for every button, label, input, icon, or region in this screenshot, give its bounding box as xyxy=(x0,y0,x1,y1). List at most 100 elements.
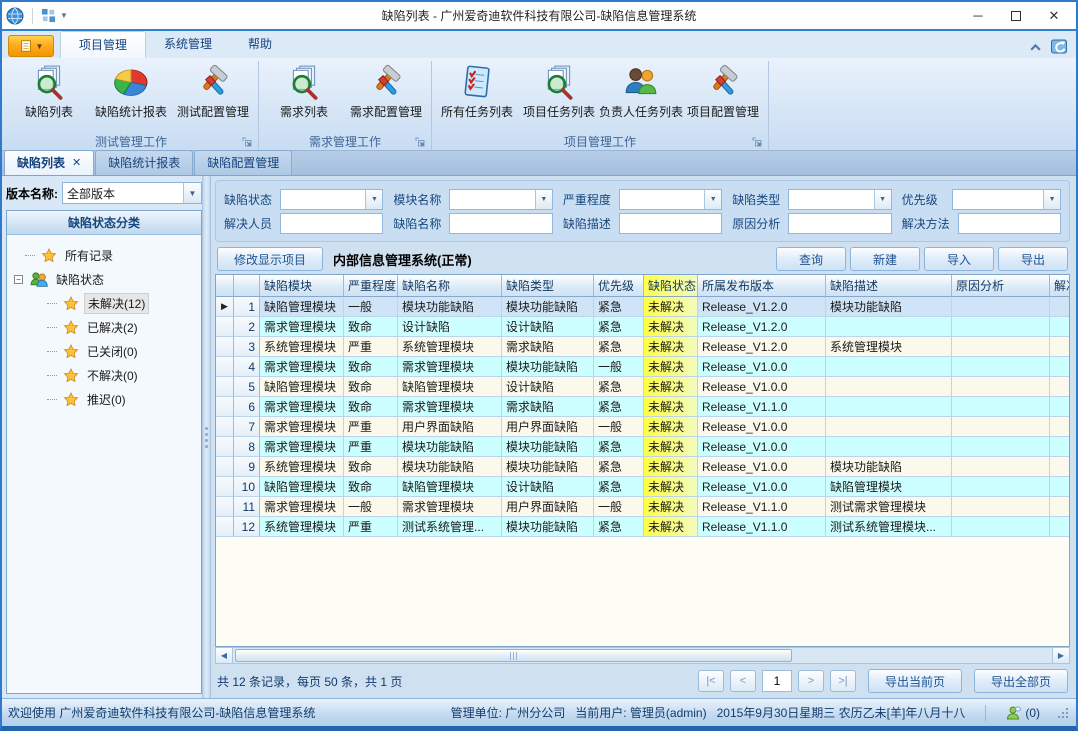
filter-dropdown[interactable]: ▼ xyxy=(449,189,552,210)
ribbon-button[interactable]: 所有任务列表 xyxy=(436,61,518,120)
chevron-down-icon[interactable]: ▼ xyxy=(183,183,201,203)
modify-display-columns-button[interactable]: 修改显示项目 xyxy=(217,247,323,271)
document-tab-0[interactable]: 缺陷列表✕ xyxy=(4,150,94,175)
ribbon-button[interactable]: 负责人任务列表 xyxy=(600,61,682,120)
filter-dropdown[interactable]: ▼ xyxy=(788,189,891,210)
document-tab-1[interactable]: 缺陷统计报表 xyxy=(95,150,193,175)
application-menu-button[interactable]: ▼ xyxy=(8,35,54,57)
scroll-left-icon[interactable]: ◀ xyxy=(216,648,233,663)
filter-input[interactable] xyxy=(280,213,383,234)
filter-dropdown[interactable]: ▼ xyxy=(952,189,1061,210)
page-number-input[interactable] xyxy=(762,670,792,692)
table-row[interactable]: 6需求管理模块致命需求管理模块需求缺陷紧急未解决Release_V1.1.0 xyxy=(216,397,1069,417)
filter-input[interactable] xyxy=(449,213,552,234)
filter-input-field[interactable] xyxy=(620,190,704,209)
table-row[interactable]: 8需求管理模块严重模块功能缺陷模块功能缺陷紧急未解决Release_V1.0.0 xyxy=(216,437,1069,457)
scroll-right-icon[interactable]: ▶ xyxy=(1052,648,1069,663)
filter-input[interactable] xyxy=(619,213,722,234)
table-row[interactable]: 11需求管理模块一般需求管理模块用户界面缺陷一般未解决Release_V1.1.… xyxy=(216,497,1069,517)
tree-item-0[interactable]: 所有记录 xyxy=(13,243,199,267)
tree-item-5[interactable]: 不解决(0) xyxy=(13,363,199,387)
table-row[interactable]: 9系统管理模块致命模块功能缺陷模块功能缺陷紧急未解决Release_V1.0.0… xyxy=(216,457,1069,477)
table-row[interactable]: 10缺陷管理模块致命缺陷管理模块设计缺陷紧急未解决Release_V1.0.0缺… xyxy=(216,477,1069,497)
column-header-6[interactable]: 所属发布版本 xyxy=(698,275,826,297)
document-tab-2[interactable]: 缺陷配置管理 xyxy=(194,150,292,175)
column-header-0[interactable]: 缺陷模块 xyxy=(260,275,344,297)
ribbon-tab-1[interactable]: 系统管理 xyxy=(146,31,230,58)
ribbon-tab-0[interactable]: 项目管理 xyxy=(60,31,146,58)
close-button[interactable]: ✕ xyxy=(1036,4,1072,28)
filter-input-field[interactable] xyxy=(281,190,365,209)
filter-input-field[interactable] xyxy=(620,214,721,233)
version-dropdown[interactable]: 全部版本 ▼ xyxy=(62,182,202,204)
chevron-down-icon[interactable]: ▼ xyxy=(60,11,68,20)
horizontal-scrollbar[interactable]: ◀ ▶ xyxy=(215,647,1070,664)
toolbar-button-2[interactable]: 导入 xyxy=(924,247,994,271)
filter-input-field[interactable] xyxy=(789,190,873,209)
filter-input-field[interactable] xyxy=(450,214,551,233)
ribbon-button[interactable]: 缺陷列表 xyxy=(8,61,90,120)
filter-input-field[interactable] xyxy=(450,190,534,209)
column-header-8[interactable]: 原因分析 xyxy=(952,275,1050,297)
column-header-7[interactable]: 缺陷描述 xyxy=(826,275,952,297)
ribbon-tab-2[interactable]: 帮助 xyxy=(230,31,290,58)
layout-grid-icon[interactable] xyxy=(41,8,56,23)
filter-input-field[interactable] xyxy=(789,214,890,233)
last-page-button[interactable]: >| xyxy=(830,670,856,692)
dialog-launcher-icon[interactable] xyxy=(242,137,252,147)
filter-input[interactable] xyxy=(788,213,891,234)
tree-item-3[interactable]: 已解决(2) xyxy=(13,315,199,339)
collapse-ribbon-icon[interactable] xyxy=(1029,42,1042,52)
resize-grip-icon[interactable] xyxy=(1058,708,1068,718)
table-row[interactable]: 3系统管理模块严重系统管理模块需求缺陷紧急未解决Release_V1.2.0系统… xyxy=(216,337,1069,357)
dialog-launcher-icon[interactable] xyxy=(415,137,425,147)
vertical-splitter[interactable] xyxy=(202,176,211,698)
tree-item-1[interactable]: −缺陷状态 xyxy=(13,267,199,291)
column-header-2[interactable]: 缺陷名称 xyxy=(398,275,502,297)
toolbar-button-1[interactable]: 新建 xyxy=(850,247,920,271)
export-current-page-button[interactable]: 导出当前页 xyxy=(868,669,962,693)
table-row[interactable]: 7需求管理模块严重用户界面缺陷用户界面缺陷一般未解决Release_V1.0.0 xyxy=(216,417,1069,437)
column-header-1[interactable]: 严重程度 xyxy=(344,275,398,297)
filter-dropdown[interactable]: ▼ xyxy=(619,189,722,210)
filter-input-field[interactable] xyxy=(953,190,1043,209)
first-page-button[interactable]: |< xyxy=(698,670,724,692)
dialog-launcher-icon[interactable] xyxy=(752,137,762,147)
toolbar-button-0[interactable]: 查询 xyxy=(776,247,846,271)
filter-input-field[interactable] xyxy=(959,214,1060,233)
export-all-pages-button[interactable]: 导出全部页 xyxy=(974,669,1068,693)
messages-indicator[interactable]: (0) xyxy=(1006,706,1040,720)
about-icon[interactable] xyxy=(1050,38,1068,55)
prev-page-button[interactable]: < xyxy=(730,670,756,692)
next-page-button[interactable]: > xyxy=(798,670,824,692)
minimize-button[interactable]: ─ xyxy=(960,4,996,28)
chevron-down-icon[interactable]: ▼ xyxy=(365,190,382,209)
scrollbar-thumb[interactable] xyxy=(235,649,792,662)
tree-item-2[interactable]: 未解决(12) xyxy=(13,291,199,315)
filter-input[interactable] xyxy=(958,213,1061,234)
ribbon-button[interactable]: 项目配置管理 xyxy=(682,61,764,120)
chevron-down-icon[interactable]: ▼ xyxy=(535,190,552,209)
table-row[interactable]: 12系统管理模块严重测试系统管理...模块功能缺陷紧急未解决Release_V1… xyxy=(216,517,1069,537)
column-header-9[interactable]: 解决方法 xyxy=(1050,275,1070,297)
expander-minus-icon[interactable]: − xyxy=(14,275,23,284)
scrollbar-track[interactable] xyxy=(233,648,1052,663)
ribbon-button[interactable]: 测试配置管理 xyxy=(172,61,254,120)
ribbon-button[interactable]: 需求配置管理 xyxy=(345,61,427,120)
chevron-down-icon[interactable]: ▼ xyxy=(704,190,721,209)
ribbon-button[interactable]: 项目任务列表 xyxy=(518,61,600,120)
filter-dropdown[interactable]: ▼ xyxy=(280,189,383,210)
table-row[interactable]: 2需求管理模块致命设计缺陷设计缺陷紧急未解决Release_V1.2.0 xyxy=(216,317,1069,337)
chevron-down-icon[interactable]: ▼ xyxy=(874,190,891,209)
tree-item-6[interactable]: 推迟(0) xyxy=(13,387,199,411)
table-row[interactable]: ▶1缺陷管理模块一般模块功能缺陷模块功能缺陷紧急未解决Release_V1.2.… xyxy=(216,297,1069,317)
ribbon-button[interactable]: 需求列表 xyxy=(263,61,345,120)
ribbon-button[interactable]: 缺陷统计报表 xyxy=(90,61,172,120)
table-row[interactable]: 4需求管理模块致命需求管理模块模块功能缺陷一般未解决Release_V1.0.0 xyxy=(216,357,1069,377)
column-header-5[interactable]: 缺陷状态 xyxy=(644,275,698,297)
chevron-down-icon[interactable]: ▼ xyxy=(1043,190,1060,209)
column-header-4[interactable]: 优先级 xyxy=(594,275,644,297)
filter-input-field[interactable] xyxy=(281,214,382,233)
table-row[interactable]: 5缺陷管理模块致命缺陷管理模块设计缺陷紧急未解决Release_V1.0.0 xyxy=(216,377,1069,397)
close-tab-icon[interactable]: ✕ xyxy=(72,156,81,169)
